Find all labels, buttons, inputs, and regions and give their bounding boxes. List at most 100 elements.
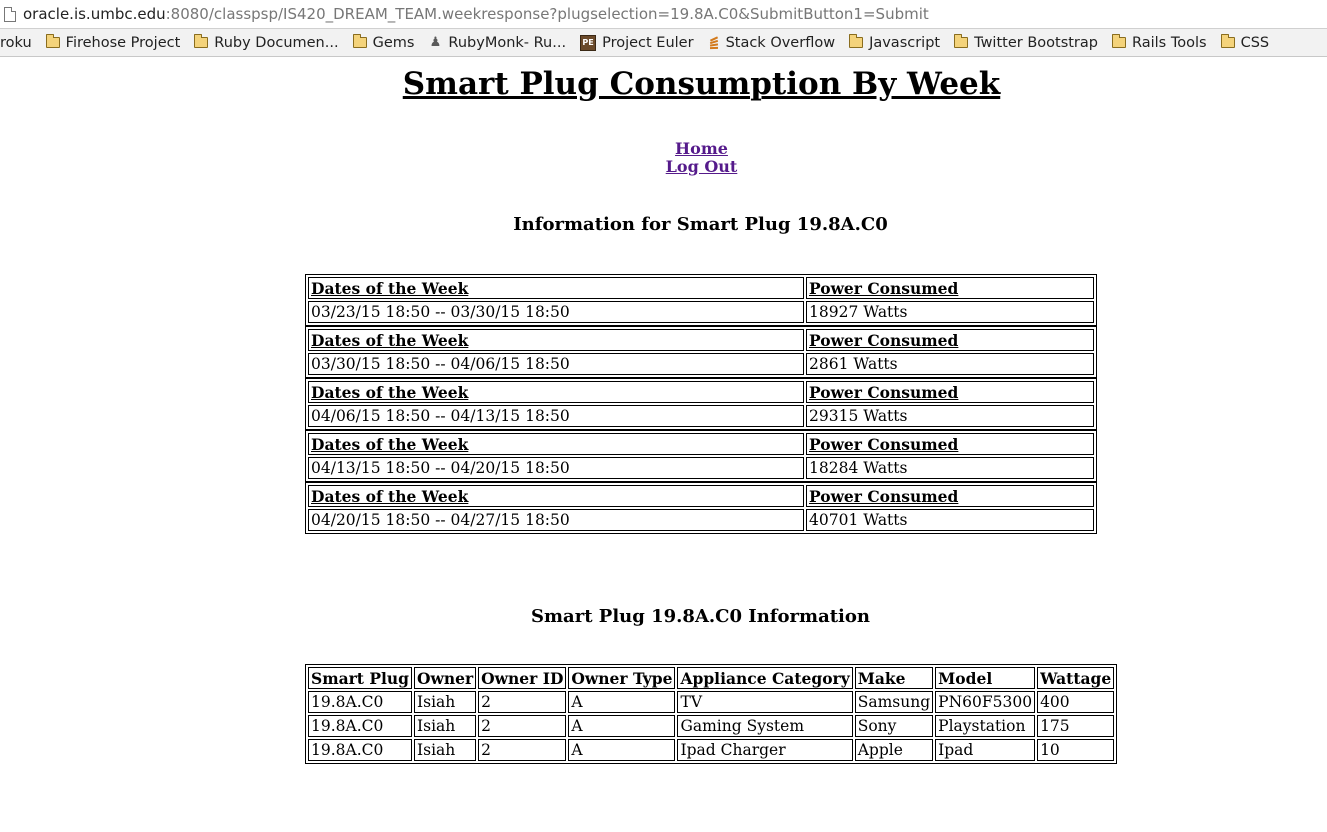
week-row: 04/06/15 18:50 -- 04/13/15 18:50 29315 Wa… — [308, 405, 1094, 427]
folder-icon — [849, 34, 864, 48]
col-header-owner-id: Owner ID — [478, 667, 567, 689]
page-icon — [4, 6, 16, 22]
bookmark-javascript[interactable]: Javascript — [849, 34, 941, 51]
page-title: Smart Plug Consumption By Week — [402, 66, 1001, 102]
cell-smart-plug: 19.8A.C0 — [308, 691, 413, 713]
week-power: 2861 Watts — [806, 353, 1094, 375]
power-header: Power Consumed — [806, 485, 1094, 507]
bookmark-gems[interactable]: Gems — [352, 34, 414, 51]
info-heading: Smart Plug 19.8A.C0 Information — [531, 606, 870, 627]
week-row: 04/20/15 18:50 -- 04/27/15 18:50 40701 Wa… — [308, 509, 1094, 531]
cell-appliance-category: Gaming System — [677, 715, 853, 737]
col-header-owner: Owner — [414, 667, 477, 689]
col-header-owner-type: Owner Type — [568, 667, 676, 689]
week-header-row: Dates of the Week Power Consumed — [308, 329, 1094, 351]
cell-wattage: 400 — [1037, 691, 1115, 713]
week-header-row: Dates of the Week Power Consumed — [308, 433, 1094, 455]
week-table: Dates of the Week Power Consumed 03/30/15 … — [305, 326, 1097, 378]
folder-icon — [194, 34, 209, 48]
week-power: 18284 Watts — [806, 457, 1094, 479]
folder-icon — [1111, 34, 1126, 48]
cell-model: PN60F5300 — [935, 691, 1036, 713]
week-header-row: Dates of the Week Power Consumed — [308, 485, 1094, 507]
bookmark-rails-tools[interactable]: Rails Tools — [1111, 34, 1207, 51]
url-path: :8080/classpsp/IS420_DREAM_TEAM.weekresp… — [165, 5, 929, 23]
week-power: 40701 Watts — [806, 509, 1094, 531]
week-row: 03/30/15 18:50 -- 04/06/15 18:50 2861 Wat… — [308, 353, 1094, 375]
week-dates: 04/20/15 18:50 -- 04/27/15 18:50 — [308, 509, 804, 531]
home-link[interactable]: Home — [0, 140, 1327, 158]
folder-icon — [45, 34, 60, 48]
cell-wattage: 10 — [1037, 739, 1115, 761]
cell-model: Playstation — [935, 715, 1036, 737]
bookmark-ruby-documen[interactable]: Ruby Documen... — [194, 34, 339, 51]
url-host: oracle.is.umbc.edu — [23, 5, 166, 23]
dates-header: Dates of the Week — [308, 381, 804, 403]
bookmark-firehose-project[interactable]: Firehose Project — [45, 34, 180, 51]
col-header-appliance-category: Appliance Category — [677, 667, 853, 689]
cell-owner-id: 2 — [478, 739, 567, 761]
cell-owner-type: A — [568, 715, 676, 737]
power-header: Power Consumed — [806, 277, 1094, 299]
cell-owner-id: 2 — [478, 691, 567, 713]
week-dates: 03/23/15 18:50 -- 03/30/15 18:50 — [308, 301, 804, 323]
cell-smart-plug: 19.8A.C0 — [308, 739, 413, 761]
table-row: 19.8A.C0 Isiah 2 A Gaming System Sony Playstat… — [308, 715, 1115, 737]
col-header-model: Model — [935, 667, 1036, 689]
week-header-row: Dates of the Week Power Consumed — [308, 277, 1094, 299]
dates-header: Dates of the Week — [308, 485, 804, 507]
dates-header: Dates of the Week — [308, 329, 804, 351]
project-euler-icon: PE — [580, 34, 597, 51]
stack-overflow-icon — [708, 35, 720, 50]
week-row: 04/13/15 18:50 -- 04/20/15 18:50 18284 Wa… — [308, 457, 1094, 479]
power-header: Power Consumed — [806, 381, 1094, 403]
dates-header: Dates of the Week — [308, 433, 804, 455]
bookmark-stack-overflow[interactable]: Stack Overflow — [708, 34, 836, 51]
info-table: Smart Plug Owner Owner ID Owner Type Applian… — [305, 664, 1118, 764]
table-row: 19.8A.C0 Isiah 2 A TV Samsung PN60F5300 400 — [308, 691, 1115, 713]
table-row: 19.8A.C0 Isiah 2 A Ipad Charger Apple Ipad 10 — [308, 739, 1115, 761]
bookmark-rubymonk-ru[interactable]: ♟ RubyMonk- Ru... — [428, 35, 566, 51]
weekly-heading: Information for Smart Plug 19.8A.C0 — [513, 214, 888, 235]
info-header-row: Smart Plug Owner Owner ID Owner Type Applian… — [308, 667, 1115, 689]
bookmark-label: Ruby Documen... — [214, 34, 339, 51]
col-header-make: Make — [854, 667, 934, 689]
address-bar[interactable]: oracle.is.umbc.edu:8080/classpsp/IS420_D… — [0, 0, 1327, 29]
cell-smart-plug: 19.8A.C0 — [308, 715, 413, 737]
power-header: Power Consumed — [806, 433, 1094, 455]
week-table: Dates of the Week Power Consumed 03/23/15 … — [305, 274, 1097, 326]
week-row: 03/23/15 18:50 -- 03/30/15 18:50 18927 Wa… — [308, 301, 1094, 323]
week-table: Dates of the Week Power Consumed 04/20/15 … — [305, 482, 1097, 534]
week-dates: 04/13/15 18:50 -- 04/20/15 18:50 — [308, 457, 804, 479]
bookmark-label: roku — [0, 34, 32, 51]
cell-appliance-category: Ipad Charger — [677, 739, 853, 761]
bookmark-css[interactable]: CSS — [1220, 34, 1270, 51]
logout-link[interactable]: Log Out — [0, 158, 1327, 176]
week-header-row: Dates of the Week Power Consumed — [308, 381, 1094, 403]
cell-wattage: 175 — [1037, 715, 1115, 737]
bookmark-label: Stack Overflow — [725, 34, 836, 51]
bookmark-roku[interactable]: roku — [0, 35, 32, 51]
bookmark-label: Rails Tools — [1131, 34, 1207, 51]
cell-make: Apple — [854, 739, 934, 761]
week-power: 18927 Watts — [806, 301, 1094, 323]
bookmark-twitter-bootstrap[interactable]: Twitter Bootstrap — [954, 34, 1098, 51]
bookmarks-bar: roku Firehose Project Ruby Documen... Gems ♟… — [0, 29, 1327, 57]
nav-links: Home Log Out — [0, 140, 1327, 176]
power-header: Power Consumed — [806, 329, 1094, 351]
folder-icon — [954, 34, 969, 48]
week-table: Dates of the Week Power Consumed 04/06/15 … — [305, 378, 1097, 430]
cell-owner: Isiah — [414, 715, 477, 737]
bookmark-project-euler[interactable]: PE Project Euler — [580, 34, 694, 51]
col-header-smart-plug: Smart Plug — [308, 667, 413, 689]
bookmark-label: CSS — [1240, 34, 1270, 51]
bookmark-label: Javascript — [869, 34, 941, 51]
cell-model: Ipad — [935, 739, 1036, 761]
cell-make: Sony — [854, 715, 934, 737]
week-dates: 03/30/15 18:50 -- 04/06/15 18:50 — [308, 353, 804, 375]
bookmark-label: Project Euler — [602, 34, 694, 51]
folder-icon — [1220, 34, 1235, 48]
rubymonk-icon: ♟ — [429, 35, 442, 50]
cell-owner-id: 2 — [478, 715, 567, 737]
cell-make: Samsung — [854, 691, 934, 713]
